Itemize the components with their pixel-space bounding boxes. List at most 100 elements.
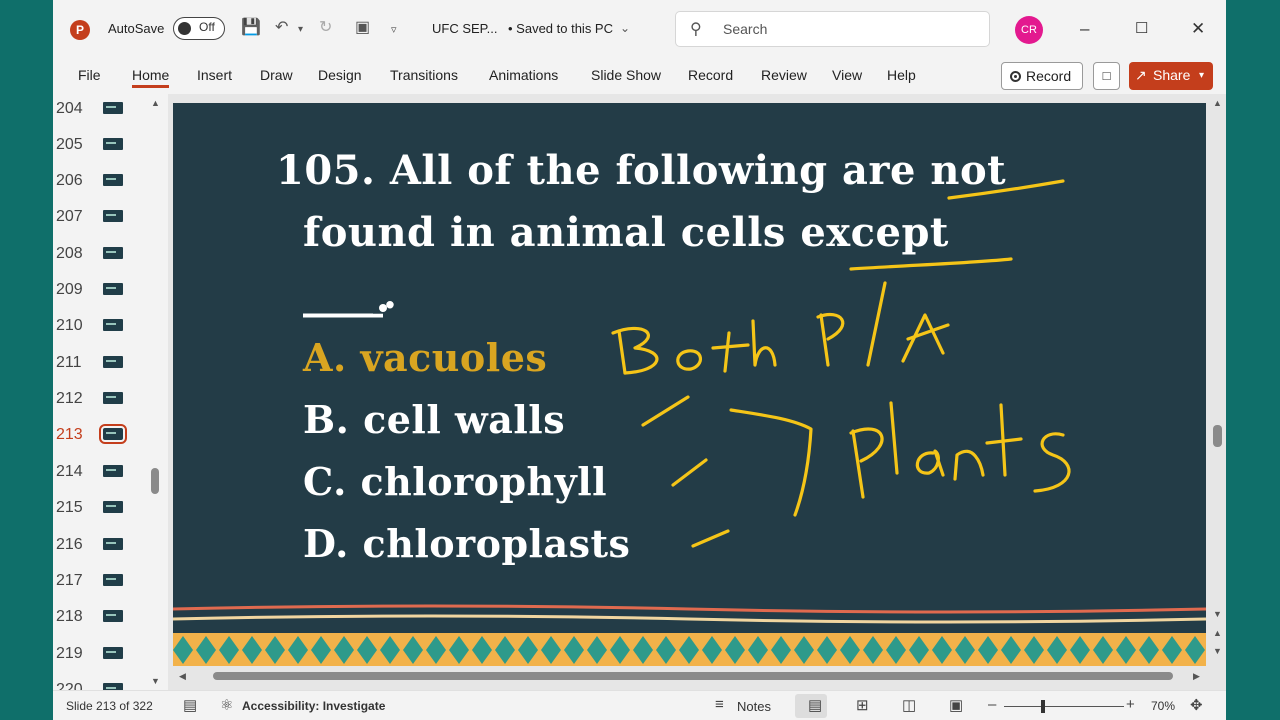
chevron-down-icon[interactable]: ⌄ bbox=[620, 18, 630, 38]
slide-thumbnail bbox=[103, 174, 123, 186]
slide-show-icon[interactable]: ▣ bbox=[949, 696, 963, 714]
editor-vertical-scrollbar[interactable]: ▲ ▼ ▲ ▼ bbox=[1210, 94, 1226, 664]
present-icon[interactable]: ▣ bbox=[355, 18, 370, 38]
tab-slide-show[interactable]: Slide Show bbox=[591, 67, 661, 83]
tab-home[interactable]: Home bbox=[132, 67, 170, 88]
scroll-right-icon[interactable]: ▶ bbox=[1193, 671, 1200, 682]
ink-stroke bbox=[1033, 432, 1071, 493]
autosave-state: Off bbox=[199, 20, 215, 34]
zoom-slider-knob[interactable] bbox=[1041, 700, 1045, 713]
thumbnail-number: 205 bbox=[56, 136, 83, 153]
powerpoint-window: P AutoSave Off 💾 ↶ ▾ ↻ ▣ ▿ UFC SEP... • … bbox=[53, 0, 1226, 720]
previous-slide-icon[interactable]: ▲ bbox=[1213, 628, 1222, 638]
thumbnail-number: 204 bbox=[56, 100, 83, 117]
zoom-out-icon[interactable]: – bbox=[988, 696, 996, 713]
thumbnail-220[interactable]: 220 bbox=[53, 673, 153, 690]
ink-stroke bbox=[751, 319, 777, 367]
tab-record[interactable]: Record bbox=[688, 67, 733, 83]
editor-vertical-scroll-thumb[interactable] bbox=[1213, 425, 1222, 447]
thumbnail-number: 215 bbox=[56, 499, 83, 516]
tab-view[interactable]: View bbox=[832, 67, 862, 83]
next-slide-icon[interactable]: ▼ bbox=[1213, 646, 1222, 656]
powerpoint-logo-icon: P bbox=[70, 20, 90, 40]
thumbnail-209[interactable]: 209 bbox=[53, 273, 153, 309]
tab-draw[interactable]: Draw bbox=[260, 67, 293, 83]
spelling-check-icon[interactable]: ▤ bbox=[183, 696, 197, 714]
autosave-toggle[interactable]: Off bbox=[173, 17, 225, 40]
ink-bracket bbox=[729, 408, 813, 517]
ink-stroke bbox=[889, 401, 899, 475]
thumbnail-207[interactable]: 207 bbox=[53, 200, 153, 236]
reading-view-icon[interactable]: ◫ bbox=[902, 696, 916, 714]
editor-horizontal-scroll-thumb[interactable] bbox=[213, 672, 1173, 680]
scroll-down-icon[interactable]: ▼ bbox=[151, 676, 160, 686]
tab-design[interactable]: Design bbox=[318, 67, 362, 83]
ink-annotations bbox=[303, 179, 1071, 548]
tab-transitions[interactable]: Transitions bbox=[390, 67, 458, 83]
thumbnail-219[interactable]: 219 bbox=[53, 637, 153, 673]
thumbnail-211[interactable]: 211 bbox=[53, 346, 153, 382]
slide-sorter-icon[interactable]: ⊞ bbox=[856, 696, 869, 714]
thumbnail-215[interactable]: 215 bbox=[53, 491, 153, 527]
thumbnail-number-current: 213 bbox=[56, 426, 83, 443]
thumbnail-218[interactable]: 218 bbox=[53, 600, 153, 636]
thumbnail-216[interactable]: 216 bbox=[53, 528, 153, 564]
thumbnails-scrollbar[interactable]: ▲ ▼ bbox=[149, 94, 163, 690]
redo-icon[interactable]: ↻ bbox=[319, 18, 332, 38]
thumbnail-212[interactable]: 212 bbox=[53, 382, 153, 418]
avatar[interactable]: CR bbox=[1015, 16, 1043, 44]
thumbnail-208[interactable]: 208 bbox=[53, 237, 153, 273]
thumbnail-217[interactable]: 217 bbox=[53, 564, 153, 600]
scroll-up-icon[interactable]: ▲ bbox=[151, 98, 160, 108]
document-title[interactable]: UFC SEP... bbox=[432, 18, 498, 40]
zoom-slider[interactable] bbox=[1004, 706, 1124, 707]
undo-icon[interactable]: ↶ bbox=[275, 18, 288, 38]
share-button[interactable]: ↗ Share ▾ bbox=[1129, 62, 1213, 90]
scroll-left-icon[interactable]: ◀ bbox=[179, 671, 186, 682]
ink-stroke bbox=[851, 429, 865, 499]
tab-file[interactable]: File bbox=[78, 67, 101, 83]
undo-dropdown-icon[interactable]: ▾ bbox=[298, 20, 303, 40]
chevron-down-icon: ▾ bbox=[1199, 70, 1205, 81]
minimize-icon[interactable]: – bbox=[1080, 18, 1089, 40]
thumbnail-214[interactable]: 214 bbox=[53, 455, 153, 491]
maximize-icon[interactable]: ☐ bbox=[1135, 18, 1148, 40]
scroll-up-icon[interactable]: ▲ bbox=[1213, 98, 1222, 108]
close-icon[interactable]: ✕ bbox=[1191, 18, 1205, 40]
ink-stroke bbox=[866, 281, 887, 367]
notes-icon[interactable]: ≡ bbox=[715, 696, 724, 713]
thumbnail-206[interactable]: 206 bbox=[53, 164, 153, 200]
save-icon[interactable]: 💾 bbox=[241, 18, 261, 38]
slide-thumbnail bbox=[103, 647, 123, 659]
zoom-in-icon[interactable]: + bbox=[1126, 696, 1135, 713]
ink-underline-not bbox=[947, 179, 1065, 200]
accessibility-status[interactable]: Accessibility: Investigate bbox=[242, 699, 385, 713]
tab-insert[interactable]: Insert bbox=[197, 67, 232, 83]
thumbnails-scroll-thumb[interactable] bbox=[151, 468, 159, 494]
slide-thumbnail bbox=[103, 283, 123, 295]
ink-tick-c bbox=[671, 458, 708, 487]
tab-review[interactable]: Review bbox=[761, 67, 807, 83]
save-status[interactable]: • Saved to this PC bbox=[508, 18, 613, 40]
tab-help[interactable]: Help bbox=[887, 67, 916, 83]
zoom-level[interactable]: 70% bbox=[1151, 699, 1175, 713]
ink-stroke bbox=[617, 329, 627, 375]
slide-thumbnail bbox=[103, 392, 123, 404]
search-box[interactable]: ⚲ Search bbox=[675, 11, 990, 47]
scroll-down-icon[interactable]: ▼ bbox=[1213, 609, 1222, 619]
notes-button[interactable]: Notes bbox=[737, 699, 771, 714]
accessibility-icon[interactable]: ⚛ bbox=[220, 696, 233, 714]
comments-icon[interactable]: □ bbox=[1093, 62, 1120, 90]
slide-canvas[interactable]: 105. All of the following are not found … bbox=[173, 103, 1206, 666]
thumbnail-204[interactable]: 204 bbox=[53, 94, 153, 128]
normal-view-icon[interactable]: ▤ bbox=[808, 696, 822, 714]
customize-toolbar-icon[interactable]: ▿ bbox=[391, 20, 397, 40]
thumbnail-213[interactable]: 213 bbox=[53, 418, 153, 454]
slide-thumbnail bbox=[103, 102, 123, 114]
ink-stroke bbox=[953, 449, 985, 481]
fit-to-window-icon[interactable]: ✥ bbox=[1190, 696, 1203, 714]
thumbnail-210[interactable]: 210 bbox=[53, 309, 153, 345]
thumbnail-205[interactable]: 205 bbox=[53, 128, 153, 164]
tab-animations[interactable]: Animations bbox=[489, 67, 558, 83]
record-button[interactable]: Record bbox=[1001, 62, 1083, 90]
